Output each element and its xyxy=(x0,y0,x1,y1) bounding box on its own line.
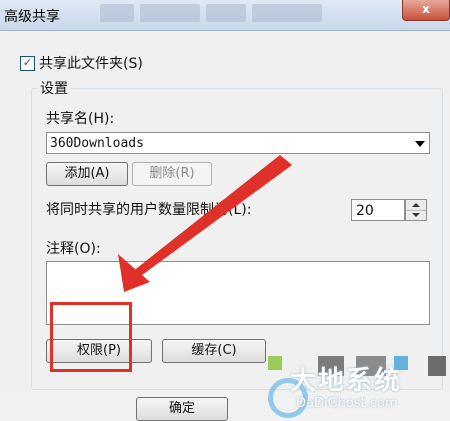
watermark-url: DaDiGhost.com xyxy=(296,396,398,411)
arrow-shaft xyxy=(132,155,292,278)
watermark-title: 大地系统 xyxy=(290,366,403,396)
advanced-sharing-dialog: 高级共享 x ✓ 共享此文件夹(S) 设置 共享名(H): 360Downloa… xyxy=(0,0,450,421)
ok-button[interactable]: 确定 xyxy=(136,397,228,421)
ok-button-label: 确定 xyxy=(168,401,195,416)
watermark-square xyxy=(428,356,446,376)
arrow-head xyxy=(118,254,150,292)
watermark-square xyxy=(268,356,282,370)
